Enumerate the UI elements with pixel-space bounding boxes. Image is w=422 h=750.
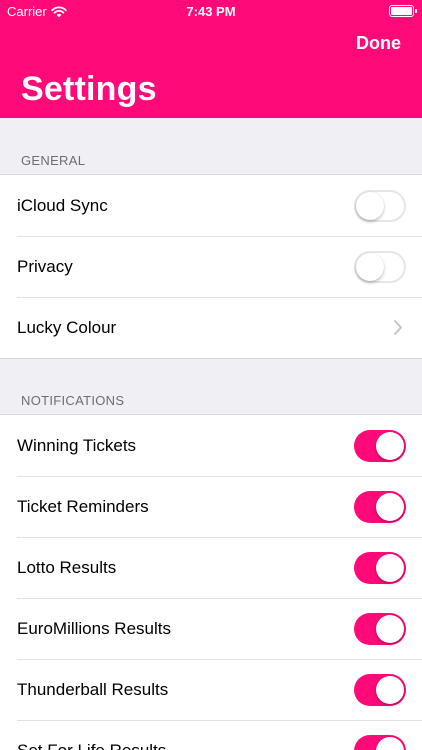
toggle-knob	[376, 737, 404, 750]
done-button[interactable]: Done	[356, 33, 401, 54]
privacy-label: Privacy	[17, 256, 73, 276]
toggle-knob	[356, 192, 384, 220]
toggle-knob	[376, 676, 404, 704]
set-for-life-results-row: Set For Life Results	[0, 720, 422, 750]
battery-icon	[389, 5, 417, 17]
set-for-life-results-label: Set For Life Results	[17, 740, 167, 750]
status-time: 7:43 PM	[186, 4, 236, 19]
winning-tickets-toggle[interactable]	[354, 430, 406, 462]
euromillions-results-row: EuroMillions Results	[0, 598, 422, 659]
icloud-sync-row: iCloud Sync	[0, 175, 422, 236]
chevron-right-icon	[394, 320, 402, 335]
privacy-row: Privacy	[0, 236, 422, 297]
lotto-results-toggle[interactable]	[354, 552, 406, 584]
toggle-knob	[376, 493, 404, 521]
privacy-toggle[interactable]	[354, 251, 406, 283]
ticket-reminders-row: Ticket Reminders	[0, 476, 422, 537]
icloud-sync-toggle[interactable]	[354, 190, 406, 222]
euromillions-results-label: EuroMillions Results	[17, 618, 171, 638]
winning-tickets-row: Winning Tickets	[0, 415, 422, 476]
winning-tickets-label: Winning Tickets	[17, 435, 137, 455]
lotto-results-label: Lotto Results	[17, 557, 117, 577]
page-title: Settings	[21, 70, 157, 108]
thunderball-results-row: Thunderball Results	[0, 659, 422, 720]
thunderball-results-toggle[interactable]	[354, 674, 406, 706]
lucky-colour-label: Lucky Colour	[17, 317, 117, 337]
euromillions-results-toggle[interactable]	[354, 613, 406, 645]
toggle-knob	[376, 554, 404, 582]
section-header-notifications: NOTIFICATIONS	[21, 393, 125, 408]
thunderball-results-label: Thunderball Results	[17, 679, 169, 699]
status-bar: Carrier 7:43 PM	[0, 0, 422, 22]
toggle-knob	[356, 253, 384, 281]
set-for-life-results-toggle[interactable]	[354, 735, 406, 750]
toggle-knob	[376, 615, 404, 643]
toggle-knob	[376, 432, 404, 460]
ticket-reminders-toggle[interactable]	[354, 491, 406, 523]
ticket-reminders-label: Ticket Reminders	[17, 496, 149, 516]
icloud-sync-label: iCloud Sync	[17, 195, 108, 215]
lucky-colour-row[interactable]: Lucky Colour	[0, 297, 422, 358]
lotto-results-row: Lotto Results	[0, 537, 422, 598]
section-header-general: GENERAL	[21, 153, 86, 168]
general-settings-group: iCloud Sync Privacy Lucky Colour	[0, 174, 422, 359]
notifications-settings-group: Winning Tickets Ticket Reminders Lotto R…	[0, 414, 422, 750]
navigation-header: Carrier 7:43 PM Done Settings	[0, 0, 422, 118]
